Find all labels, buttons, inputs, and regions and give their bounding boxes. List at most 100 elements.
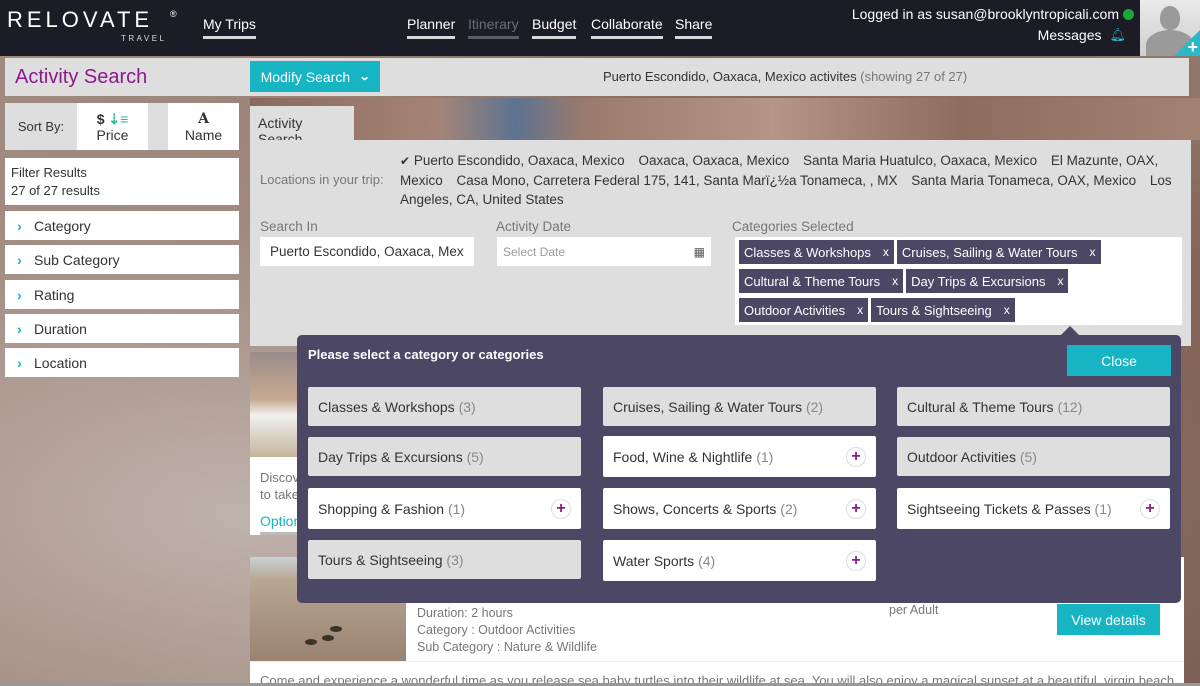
view-details-button[interactable]: View details [1057,604,1160,635]
nav-budget[interactable]: Budget [532,16,577,39]
nav-itinerary: Itinerary [468,16,519,39]
logo-subtitle: TRAVEL [121,34,167,43]
add-category-icon[interactable]: + [1140,498,1160,519]
add-category-icon[interactable]: + [846,498,866,519]
messages-link[interactable]: Messages 🔔︎ [852,27,1126,43]
filter-label: Sub Category [34,251,120,268]
category-option-shows-concerts[interactable]: Shows, Concerts & Sports (2) + [603,488,876,529]
modify-search-label: Modify Search [260,68,351,85]
category-selection-popup: Please select a category or categories C… [297,326,1181,603]
selected-categories-box[interactable]: Classes & Workshops x Cruises, Sailing & W… [735,237,1182,325]
filter-results-title: Filter Results [11,165,87,180]
filter-label: Rating [34,286,75,303]
tab-activity-search[interactable]: Activity Search [250,106,354,147]
add-category-icon[interactable]: + [551,498,571,519]
category-option-water-sports[interactable]: Water Sports (4) + [603,540,876,581]
categories-selected-label: Categories Selected [732,219,854,234]
filter-sub-category[interactable]: › Sub Category [5,245,239,274]
activity-date-input[interactable]: Select Date ▦ [497,237,711,266]
location-option[interactable]: Santa Maria Huatulco, Oaxaca, Mexico [803,153,1037,168]
remove-chip-icon[interactable]: x [1090,245,1096,259]
filter-duration[interactable]: › Duration [5,314,239,343]
category-chip: Tours & Sightseeing x [871,298,1015,322]
category-option-sightseeing-tickets[interactable]: Sightseeing Tickets & Passes (1) + [897,488,1170,529]
sort-by-label: Sort By: [17,119,65,134]
close-button[interactable]: Close [1067,345,1171,376]
price-sort-icon: $ ⇣≡ [96,110,129,127]
calendar-icon[interactable]: ▦ [694,245,705,259]
search-in-label: Search In [260,219,318,234]
date-placeholder: Select Date [503,244,566,259]
category-option-classes-workshops[interactable]: Classes & Workshops (3) [308,387,581,426]
category-option-food-wine[interactable]: Food, Wine & Nightlife (1) + [603,436,876,477]
chevron-right-icon: › [17,251,22,268]
category-chip: Cultural & Theme Tours x [739,269,904,293]
nav-planner[interactable]: Planner [407,16,456,39]
nav-my-trips[interactable]: My Trips [203,16,256,39]
sort-by-name-button[interactable]: A Name [168,103,239,150]
location-option[interactable]: Oaxaca, Oaxaca, Mexico [638,153,789,168]
activity-date-label: Activity Date [496,219,572,234]
bell-icon: 🔔︎ [1109,27,1126,42]
category-option-day-trips[interactable]: Day Trips & Excursions (5) [308,437,581,476]
search-panel: Locations in your trip: ✔ Puerto Escondi… [250,140,1191,346]
filter-label: Category [34,217,91,234]
add-category-icon[interactable]: + [846,550,866,571]
avatar-head-shape [1160,6,1180,30]
remove-chip-icon[interactable]: x [883,245,889,259]
remove-chip-icon[interactable]: x [892,274,898,288]
filter-label: Duration [34,320,87,337]
category-chip: Classes & Workshops x [739,240,894,264]
modify-search-button[interactable]: Modify Search ⌄ [250,61,380,92]
chevron-right-icon: › [17,217,22,234]
category-chip: Outdoor Activities x [739,298,869,322]
page-title: Activity Search [15,66,148,88]
options-underline [260,532,300,535]
category-chip: Cruises, Sailing & Water Tours x [896,240,1101,264]
result-duration: Duration: 2 hours [417,606,513,620]
category-option-cultural-theme[interactable]: Cultural & Theme Tours (12) [897,387,1170,426]
filter-category[interactable]: › Category [5,211,239,240]
chevron-right-icon: › [17,354,22,371]
result-category: Category : Outdoor Activities [417,623,576,637]
popup-pointer [1060,326,1080,336]
location-option-selected[interactable]: ✔ Puerto Escondido, Oaxaca, Mexico [400,153,625,168]
filter-location[interactable]: › Location [5,348,239,377]
online-status-icon [1123,8,1134,20]
turtle-shape [322,635,334,641]
remove-chip-icon[interactable]: x [857,303,863,317]
search-header-bar: Activity Search Modify Search ⌄ Puerto E… [5,58,1189,96]
turtle-shape [305,639,317,645]
plus-icon: + [1187,37,1198,56]
relovate-logo[interactable]: RELOVATE ® TRAVEL [7,7,177,43]
add-category-icon[interactable]: + [846,446,866,467]
logged-in-text: Logged in as susan@brooklyntropicali.com [851,6,1119,22]
category-option-tours-sightseeing[interactable]: Tours & Sightseeing (3) [308,540,581,579]
remove-chip-icon[interactable]: x [1057,274,1063,288]
results-count: (showing 27 of 27) [860,69,968,84]
nav-share[interactable]: Share [675,16,713,39]
turtle-shape [330,626,342,632]
options-link[interactable]: Option [260,513,300,529]
user-avatar[interactable]: + [1140,0,1200,56]
filter-results-count: 27 of 27 results [11,183,100,198]
sort-panel: Sort By: $ ⇣≡ Price A Name [5,103,239,150]
location-option[interactable]: Santa Maria Tonameca, OAX, Mexico [911,173,1136,188]
market-photo[interactable] [250,352,300,457]
messages-label: Messages [1037,27,1102,43]
category-option-outdoor-activities[interactable]: Outdoor Activities (5) [897,437,1170,476]
sort-price-label: Price [96,126,129,143]
location-option[interactable]: Casa Mono, Carretera Federal 175, 141, S… [457,173,898,188]
filter-rating[interactable]: › Rating [5,280,239,309]
user-info: Logged in as susan@brooklyntropicali.com… [852,6,1134,43]
locations-label: Locations in your trip: [260,172,384,187]
category-option-cruises-sailing[interactable]: Cruises, Sailing & Water Tours (2) [603,387,876,426]
nav-collaborate[interactable]: Collaborate [591,16,663,39]
sort-name-label: Name [184,126,223,143]
remove-chip-icon[interactable]: x [1004,303,1010,317]
category-option-shopping-fashion[interactable]: Shopping & Fashion (1) + [308,488,581,529]
search-in-input[interactable] [260,237,474,266]
popup-title: Please select a category or categories [308,347,544,362]
sort-by-price-button[interactable]: $ ⇣≡ Price [77,103,148,150]
results-location-text: Puerto Escondido, Oaxaca, Mexico activit… [603,69,857,84]
